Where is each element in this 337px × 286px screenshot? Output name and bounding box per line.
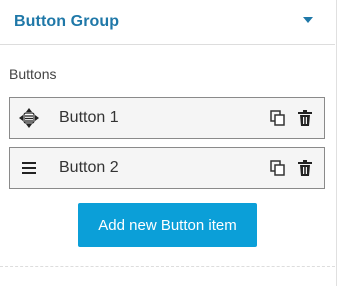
button-group-panel: Button Group Buttons Button 1 Button 2 A…: [0, 0, 337, 286]
hamburger-icon[interactable]: [18, 157, 40, 179]
add-new-button-item-button[interactable]: Add new Button item: [78, 203, 257, 247]
buttons-section-label: Buttons: [9, 66, 57, 82]
caret-down-icon[interactable]: [303, 17, 313, 23]
list-item[interactable]: Button 1: [9, 97, 325, 139]
trash-icon[interactable]: [296, 159, 314, 177]
list-item-label: Button 2: [59, 159, 119, 176]
duplicate-icon[interactable]: [269, 159, 287, 177]
list-item[interactable]: Button 2: [9, 147, 325, 189]
trash-icon[interactable]: [296, 109, 314, 127]
move-arrows-icon[interactable]: [18, 107, 40, 129]
panel-header[interactable]: Button Group: [0, 0, 335, 45]
duplicate-icon[interactable]: [269, 109, 287, 127]
list-item-label: Button 1: [59, 109, 119, 126]
divider: [0, 266, 335, 267]
panel-title: Button Group: [14, 13, 120, 30]
